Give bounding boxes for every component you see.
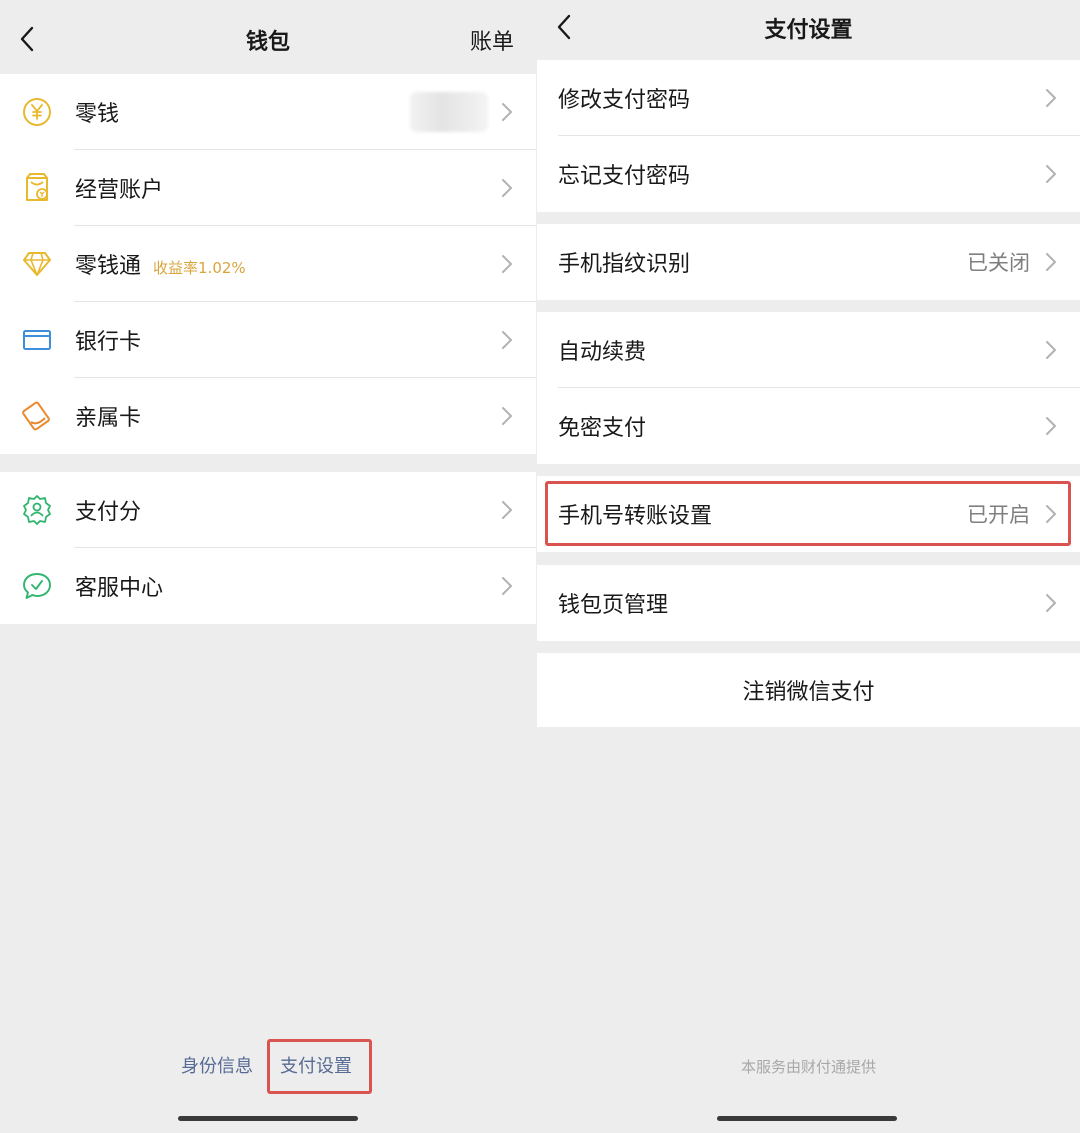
wallet-item-bank-card[interactable]: 银行卡	[0, 302, 536, 378]
wallet-item-family-card[interactable]: 亲属卡	[0, 378, 536, 454]
wallet-item-customer-service[interactable]: 客服中心	[0, 548, 536, 624]
pay-settings-navbar: 支付设置	[537, 0, 1080, 60]
settings-item-label: 钱包页管理	[558, 593, 669, 618]
fingerprint-item[interactable]: 手机指纹识别 已关闭	[537, 224, 1080, 300]
wallet-item-label: 亲属卡	[75, 406, 142, 431]
bill-button[interactable]: 账单	[470, 24, 514, 56]
wallet-navbar: 钱包 账单	[0, 0, 536, 74]
wallet-screen: 钱包 账单 零钱 经营账户 零钱通 收益率1.02% 银行卡 亲属卡 支付分 客…	[0, 0, 536, 1133]
yuan-coin-icon	[20, 95, 54, 129]
settings-item-label: 手机指纹识别	[558, 252, 691, 277]
home-indicator[interactable]	[178, 1116, 358, 1121]
settings-item-label: 免密支付	[558, 416, 647, 441]
chevron-right-icon	[502, 501, 512, 519]
settings-group-logout: 注销微信支付	[537, 653, 1080, 727]
home-indicator[interactable]	[717, 1116, 897, 1121]
wallet-item-business-account[interactable]: 经营账户	[0, 150, 536, 226]
pay-settings-screen: 支付设置 修改支付密码 忘记支付密码 手机指纹识别 已关闭 自动续费 免密支付	[537, 0, 1080, 1133]
pay-settings-highlight	[267, 1039, 372, 1094]
wallet-page-management-item[interactable]: 钱包页管理	[537, 565, 1080, 641]
settings-item-label: 修改支付密码	[558, 88, 691, 113]
fingerprint-status: 已关闭	[967, 251, 1030, 275]
wallet-item-label: 客服中心	[75, 576, 164, 601]
settings-item-label: 自动续费	[558, 340, 647, 365]
chevron-right-icon	[502, 103, 512, 121]
wallet-item-label-with-tag: 零钱通 收益率1.02%	[75, 248, 246, 280]
identity-info-link[interactable]: 身份信息	[181, 1052, 253, 1078]
page-title: 钱包	[245, 30, 290, 55]
chevron-right-icon	[1046, 253, 1056, 271]
settings-group-fingerprint: 手机指纹识别 已关闭	[537, 224, 1080, 300]
wallet-item-pay-score[interactable]: 支付分	[0, 472, 536, 548]
settings-item-label: 忘记支付密码	[558, 164, 691, 189]
password-free-pay-item[interactable]: 免密支付	[537, 388, 1080, 464]
wallet-item-label: 零钱	[75, 102, 120, 127]
settings-group-password: 修改支付密码 忘记支付密码	[537, 60, 1080, 212]
deregister-wechat-pay-button[interactable]: 注销微信支付	[537, 653, 1080, 727]
pay-score-badge-icon	[20, 493, 54, 527]
diamond-icon	[20, 247, 54, 281]
wallet-item-lingqiantong[interactable]: 零钱通 收益率1.02%	[0, 226, 536, 302]
chevron-right-icon	[1046, 417, 1056, 435]
chevron-right-icon	[502, 255, 512, 273]
page-title: 支付设置	[764, 18, 853, 43]
chevron-right-icon	[1046, 341, 1056, 359]
balance-blurred	[410, 92, 488, 132]
yield-rate-tag: 收益率1.02%	[153, 258, 246, 277]
wallet-item-change[interactable]: 零钱	[0, 74, 536, 150]
chevron-right-icon	[1046, 89, 1056, 107]
service-provider-note: 本服务由财付通提供	[740, 1058, 876, 1076]
chevron-right-icon	[502, 179, 512, 197]
wallet-group-main: 零钱 经营账户 零钱通 收益率1.02% 银行卡 亲属卡	[0, 74, 536, 454]
settings-group-payments: 自动续费 免密支付	[537, 312, 1080, 464]
wallet-group-services: 支付分 客服中心	[0, 472, 536, 624]
wallet-item-label: 经营账户	[75, 178, 164, 203]
shop-bag-icon	[20, 171, 54, 205]
wallet-item-label: 零钱通	[75, 254, 142, 279]
phone-transfer-highlight	[545, 481, 1071, 546]
chevron-right-icon	[502, 407, 512, 425]
family-card-icon	[20, 399, 54, 433]
chevron-right-icon	[502, 577, 512, 595]
wallet-item-label: 银行卡	[75, 330, 142, 355]
forgot-pay-password-item[interactable]: 忘记支付密码	[537, 136, 1080, 212]
change-pay-password-item[interactable]: 修改支付密码	[537, 60, 1080, 136]
auto-renewal-item[interactable]: 自动续费	[537, 312, 1080, 388]
chevron-right-icon	[1046, 594, 1056, 612]
chevron-right-icon	[1046, 165, 1056, 183]
settings-group-wallet-page: 钱包页管理	[537, 565, 1080, 641]
bank-card-icon	[20, 323, 54, 357]
customer-service-icon	[20, 569, 54, 603]
chevron-right-icon	[502, 331, 512, 349]
wallet-item-label: 支付分	[75, 500, 142, 525]
